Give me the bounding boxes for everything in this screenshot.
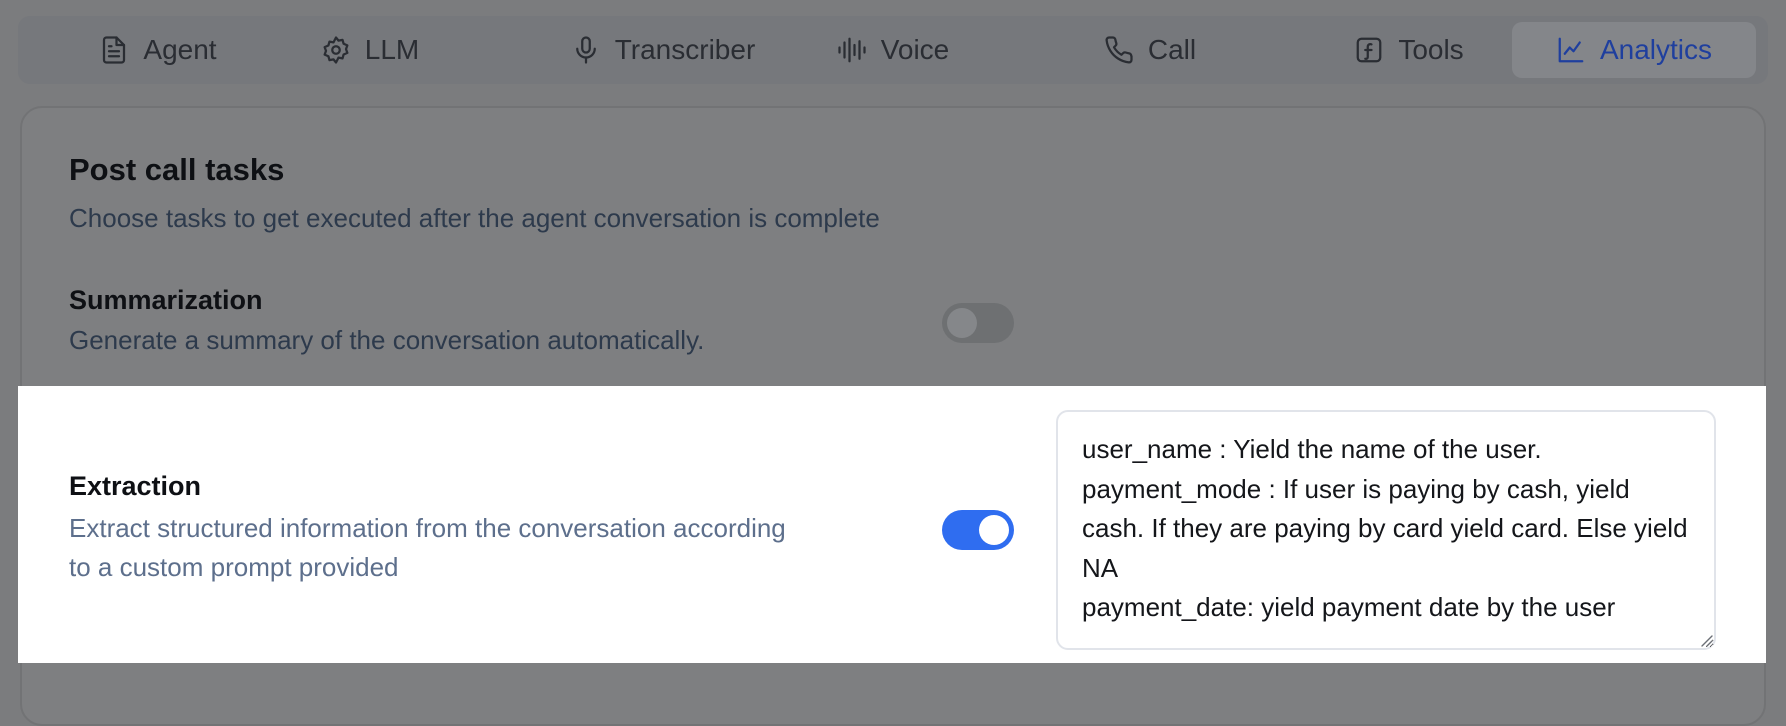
tab-label: Transcriber — [614, 34, 756, 65]
section-subtitle: Choose tasks to get executed after the a… — [69, 203, 880, 233]
tab-label: Call — [1147, 34, 1197, 65]
resize-handle-icon[interactable] — [1698, 632, 1714, 648]
function-icon — [1356, 37, 1382, 63]
tab-call[interactable]: Call — [1080, 22, 1220, 78]
extraction-description-line: Extract structured information from the … — [69, 513, 786, 543]
extraction-title: Extraction — [69, 471, 202, 501]
extraction-description: Extract structured information from the … — [69, 509, 786, 587]
extraction-toggle[interactable] — [942, 510, 1014, 550]
tab-voice[interactable]: Voice — [818, 22, 968, 78]
tab-label: LLM — [364, 34, 420, 65]
summarization-title: Summarization — [69, 285, 263, 315]
toggle-knob — [947, 308, 977, 338]
chart-line-icon — [1558, 37, 1584, 63]
section-title: Post call tasks — [69, 152, 285, 187]
tab-agent[interactable]: Agent — [58, 22, 258, 78]
tab-tools[interactable]: Tools — [1324, 22, 1494, 78]
waveform-icon — [838, 37, 866, 63]
tab-transcriber[interactable]: Transcriber — [538, 22, 788, 78]
tab-label: Analytics — [1599, 34, 1713, 65]
extraction-description-line: to a custom prompt provided — [69, 552, 399, 582]
summarization-description: Generate a summary of the conversation a… — [69, 325, 705, 355]
tab-llm[interactable]: LLM — [280, 22, 460, 78]
tab-label: Voice — [880, 34, 950, 65]
tab-bar: Agent LLM Transcriber Voice Call Tools A… — [18, 16, 1768, 84]
tab-label: Tools — [1398, 34, 1464, 65]
tab-label: Agent — [143, 34, 217, 65]
summarization-toggle[interactable] — [942, 303, 1014, 343]
phone-icon — [1105, 36, 1133, 64]
toggle-knob — [979, 515, 1009, 545]
document-icon — [103, 36, 126, 64]
microphone-icon — [575, 36, 596, 64]
tab-analytics[interactable]: Analytics — [1512, 22, 1756, 78]
extraction-prompt-textarea[interactable]: user_name : Yield the name of the user. … — [1056, 410, 1716, 650]
gear-icon — [323, 36, 349, 64]
